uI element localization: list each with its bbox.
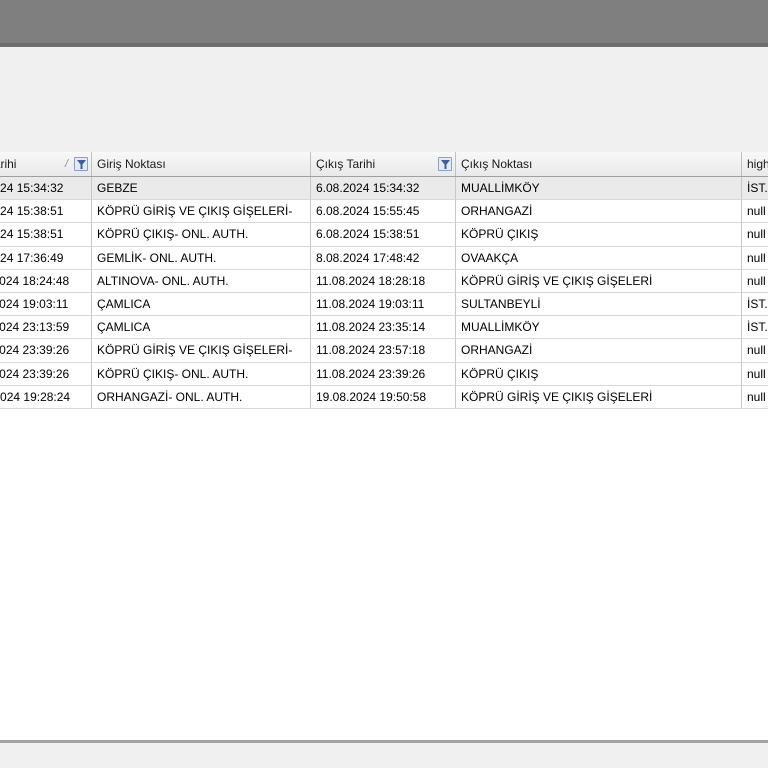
- cell-giris-tarihi: 19.08.2024 19:28:24: [0, 385, 92, 409]
- column-header-giris-tarihi[interactable]: Giriş Tarihi /: [0, 152, 92, 176]
- cell-highway: null: [742, 200, 768, 224]
- cell-cikis-tarihi: 11.08.2024 23:35:14: [311, 316, 456, 340]
- funnel-icon: [440, 159, 450, 169]
- cell-giris-noktasi: GEBZE: [92, 177, 311, 201]
- cell-highway: İST.: [742, 293, 768, 317]
- column-header-label: high: [747, 157, 768, 171]
- cell-cikis-noktasi: KÖPRÜ ÇIKIŞ: [456, 362, 742, 386]
- column-header-label: Çıkış Tarihi: [316, 157, 376, 171]
- cell-highway: null: [742, 386, 768, 409]
- cell-cikis-tarihi: 11.08.2024 23:39:26: [311, 362, 456, 386]
- cell-cikis-tarihi: 6.08.2024 15:34:32: [311, 177, 456, 201]
- grid-header-row: Giriş Tarihi / Giriş Noktası Çıkış Tarih…: [0, 152, 768, 177]
- cell-cikis-tarihi: 6.08.2024 15:55:45: [311, 200, 456, 224]
- funnel-icon: [76, 159, 86, 169]
- cell-giris-noktasi: ALTINOVA- ONL. AUTH.: [92, 269, 311, 293]
- cell-giris-noktasi: ORHANGAZİ- ONL. AUTH.: [92, 385, 311, 409]
- sort-ascending-icon: /: [64, 158, 68, 170]
- cell-cikis-tarihi: 11.08.2024 23:57:18: [311, 339, 456, 363]
- cell-highway: null: [742, 270, 768, 293]
- cell-giris-noktasi: KÖPRÜ GİRİŞ VE ÇIKIŞ GİŞELERİ-: [92, 339, 311, 363]
- cell-giris-tarihi: 11.08.2024 23:39:26: [0, 339, 92, 363]
- cell-giris-noktasi: KÖPRÜ GİRİŞ VE ÇIKIŞ GİŞELERİ-: [92, 200, 311, 224]
- cell-giris-tarihi: 6.08.2024 15:38:51: [0, 223, 92, 247]
- cell-highway: null: [742, 363, 768, 386]
- cell-highway: İST.: [742, 316, 768, 340]
- cell-giris-tarihi: 11.08.2024 19:03:11: [0, 292, 92, 317]
- cell-giris-tarihi: 11.08.2024 23:39:26: [0, 362, 92, 386]
- cell-highway: İST.: [742, 177, 768, 201]
- cell-giris-tarihi: 6.08.2024 15:38:51: [0, 200, 92, 224]
- cell-giris-noktasi: KÖPRÜ ÇIKIŞ- ONL. AUTH.: [92, 362, 311, 386]
- table-row[interactable]: 11.08.2024 23:39:26 KÖPRÜ ÇIKIŞ- ONL. AU…: [0, 362, 768, 386]
- column-header-cikis-noktasi[interactable]: Çıkış Noktası: [456, 152, 742, 176]
- cell-cikis-noktasi: ORHANGAZİ: [456, 339, 742, 363]
- column-header-cikis-tarihi[interactable]: Çıkış Tarihi: [311, 152, 456, 176]
- cell-giris-noktasi: KÖPRÜ ÇIKIŞ- ONL. AUTH.: [92, 223, 311, 247]
- filter-button[interactable]: [74, 157, 88, 171]
- table-row[interactable]: 6.08.2024 15:34:32 GEBZE 6.08.2024 15:34…: [0, 177, 768, 201]
- cell-cikis-noktasi: SULTANBEYLİ: [456, 292, 742, 317]
- filter-button[interactable]: [438, 157, 452, 171]
- cell-cikis-tarihi: 8.08.2024 17:48:42: [311, 246, 456, 270]
- table-row[interactable]: 6.08.2024 15:38:51 KÖPRÜ GİRİŞ VE ÇIKIŞ …: [0, 200, 768, 224]
- cell-highway: null: [742, 247, 768, 270]
- cell-cikis-noktasi: OVAAKÇA: [456, 246, 742, 270]
- table-row[interactable]: 6.08.2024 15:38:51 KÖPRÜ ÇIKIŞ- ONL. AUT…: [0, 223, 768, 247]
- cell-highway: null: [742, 223, 768, 247]
- table-row[interactable]: 11.08.2024 18:24:48 ALTINOVA- ONL. AUTH.…: [0, 269, 768, 293]
- cell-giris-tarihi: 11.08.2024 23:13:59: [0, 316, 92, 340]
- cell-cikis-noktasi: ORHANGAZİ: [456, 200, 742, 224]
- table-row[interactable]: 8.08.2024 17:36:49 GEMLİK- ONL. AUTH. 8.…: [0, 246, 768, 270]
- top-bar: [0, 0, 768, 47]
- cell-highway: null: [742, 339, 768, 363]
- cell-giris-tarihi: 11.08.2024 18:24:48: [0, 269, 92, 293]
- table-row[interactable]: 19.08.2024 19:28:24 ORHANGAZİ- ONL. AUTH…: [0, 385, 768, 409]
- column-header-label: Giriş Tarihi: [0, 157, 17, 171]
- cell-cikis-noktasi: KÖPRÜ ÇIKIŞ: [456, 223, 742, 247]
- table-row[interactable]: 11.08.2024 23:39:26 KÖPRÜ GİRİŞ VE ÇIKIŞ…: [0, 339, 768, 363]
- table-row[interactable]: 11.08.2024 19:03:11 ÇAMLICA 11.08.2024 1…: [0, 292, 768, 317]
- cell-giris-noktasi: GEMLİK- ONL. AUTH.: [92, 246, 311, 270]
- cell-giris-noktasi: ÇAMLICA: [92, 316, 311, 340]
- cell-giris-tarihi: 6.08.2024 15:34:32: [0, 177, 92, 201]
- data-grid: Giriş Tarihi / Giriş Noktası Çıkış Tarih…: [0, 152, 768, 740]
- workspace-background: [0, 47, 768, 152]
- cell-cikis-tarihi: 19.08.2024 19:50:58: [311, 385, 456, 409]
- cell-cikis-noktasi: MUALLİMKÖY: [456, 177, 742, 201]
- column-header-label: Çıkış Noktası: [461, 157, 533, 171]
- cell-cikis-tarihi: 11.08.2024 19:03:11: [311, 292, 456, 317]
- column-header-label: Giriş Noktası: [97, 157, 166, 171]
- cell-cikis-tarihi: 6.08.2024 15:38:51: [311, 223, 456, 247]
- column-header-highway[interactable]: high: [742, 152, 768, 176]
- column-header-giris-noktasi[interactable]: Giriş Noktası: [92, 152, 311, 176]
- grid-inner: Giriş Tarihi / Giriş Noktası Çıkış Tarih…: [0, 152, 768, 409]
- cell-giris-noktasi: ÇAMLICA: [92, 292, 311, 317]
- cell-cikis-tarihi: 11.08.2024 18:28:18: [311, 269, 456, 293]
- status-bar: [0, 740, 768, 768]
- cell-cikis-noktasi: MUALLİMKÖY: [456, 316, 742, 340]
- cell-cikis-noktasi: KÖPRÜ GİRİŞ VE ÇIKIŞ GİŞELERİ: [456, 269, 742, 293]
- cell-giris-tarihi: 8.08.2024 17:36:49: [0, 246, 92, 270]
- table-row[interactable]: 11.08.2024 23:13:59 ÇAMLICA 11.08.2024 2…: [0, 316, 768, 340]
- cell-cikis-noktasi: KÖPRÜ GİRİŞ VE ÇIKIŞ GİŞELERİ: [456, 385, 742, 409]
